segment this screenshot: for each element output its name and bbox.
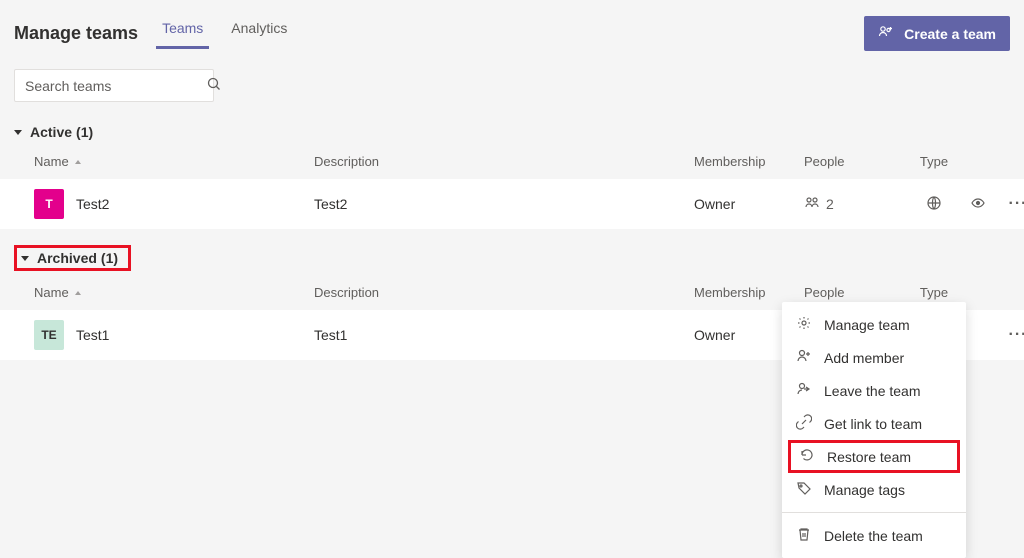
leave-icon: [796, 381, 812, 400]
team-name-cell: T Test2: [34, 189, 314, 219]
globe-icon: [926, 195, 942, 214]
group-archived-label: Archived: [37, 250, 97, 266]
team-type: [904, 195, 964, 214]
search-input[interactable]: [25, 78, 206, 94]
menu-delete-team[interactable]: Delete the team: [782, 519, 966, 552]
group-archived-count: (1): [101, 250, 118, 266]
eye-icon: [970, 195, 986, 214]
link-icon: [796, 414, 812, 433]
tab-teams[interactable]: Teams: [162, 20, 203, 48]
sort-asc-icon: [75, 160, 81, 164]
menu-divider: [782, 512, 966, 513]
col-description[interactable]: Description: [314, 154, 694, 169]
col-people[interactable]: People: [804, 154, 904, 169]
trash-icon: [796, 526, 812, 545]
search-box[interactable]: [14, 69, 214, 102]
tabs: Teams Analytics: [162, 20, 864, 48]
gear-icon: [796, 315, 812, 334]
more-options-button[interactable]: ···: [1004, 190, 1024, 218]
menu-get-link[interactable]: Get link to team: [782, 407, 966, 440]
team-avatar: TE: [34, 320, 64, 350]
team-name: Test2: [76, 196, 109, 212]
team-membership: Owner: [694, 196, 804, 212]
more-icon: ···: [1009, 326, 1024, 344]
add-member-icon: [796, 348, 812, 367]
page-title: Manage teams: [14, 23, 138, 44]
menu-restore-team[interactable]: Restore team: [788, 440, 960, 473]
people-count: 2: [826, 196, 834, 212]
menu-manage-team[interactable]: Manage team: [782, 308, 966, 341]
team-description: Test1: [314, 327, 694, 343]
col-name[interactable]: Name: [34, 154, 314, 169]
menu-add-member[interactable]: Add member: [782, 341, 966, 374]
col-membership[interactable]: Membership: [694, 154, 804, 169]
restore-icon: [799, 447, 815, 466]
team-context-menu: Manage team Add member Leave the team Ge…: [782, 302, 966, 558]
col-type-2[interactable]: Type: [904, 285, 964, 300]
group-active-count: (1): [76, 124, 93, 140]
menu-manage-tags[interactable]: Manage tags: [782, 473, 966, 506]
group-active-label: Active: [30, 124, 72, 140]
tab-analytics[interactable]: Analytics: [231, 20, 287, 48]
create-team-button[interactable]: Create a team: [864, 16, 1010, 51]
team-people: 2: [804, 195, 904, 214]
table-row[interactable]: T Test2 Test2 Owner 2 ···: [0, 179, 1024, 229]
column-headers-active: Name Description Membership People Type: [0, 144, 1024, 179]
team-name: Test1: [76, 327, 109, 343]
more-icon: ···: [1009, 195, 1024, 213]
sort-asc-icon: [75, 291, 81, 295]
team-name-cell: TE Test1: [34, 320, 314, 350]
col-description-2[interactable]: Description: [314, 285, 694, 300]
team-avatar: T: [34, 189, 64, 219]
group-header-archived[interactable]: Archived (1): [21, 250, 118, 266]
create-team-icon: [878, 24, 894, 43]
search-icon: [206, 76, 222, 95]
create-team-label: Create a team: [904, 26, 996, 42]
people-icon: [804, 195, 820, 214]
chevron-down-icon: [21, 256, 29, 261]
group-header-archived-wrap: Archived (1): [0, 229, 1024, 275]
col-type[interactable]: Type: [904, 154, 964, 169]
tag-icon: [796, 480, 812, 499]
chevron-down-icon: [14, 130, 22, 135]
team-description: Test2: [314, 196, 694, 212]
col-people-2[interactable]: People: [804, 285, 904, 300]
page-header: Manage teams Teams Analytics Create a te…: [0, 0, 1024, 51]
col-membership-2[interactable]: Membership: [694, 285, 804, 300]
menu-leave-team[interactable]: Leave the team: [782, 374, 966, 407]
group-header-active[interactable]: Active (1): [0, 120, 1024, 144]
archived-highlight: Archived (1): [14, 245, 131, 271]
col-name-2[interactable]: Name: [34, 285, 314, 300]
visibility-button[interactable]: [964, 190, 992, 218]
more-options-button[interactable]: ···: [1004, 321, 1024, 349]
